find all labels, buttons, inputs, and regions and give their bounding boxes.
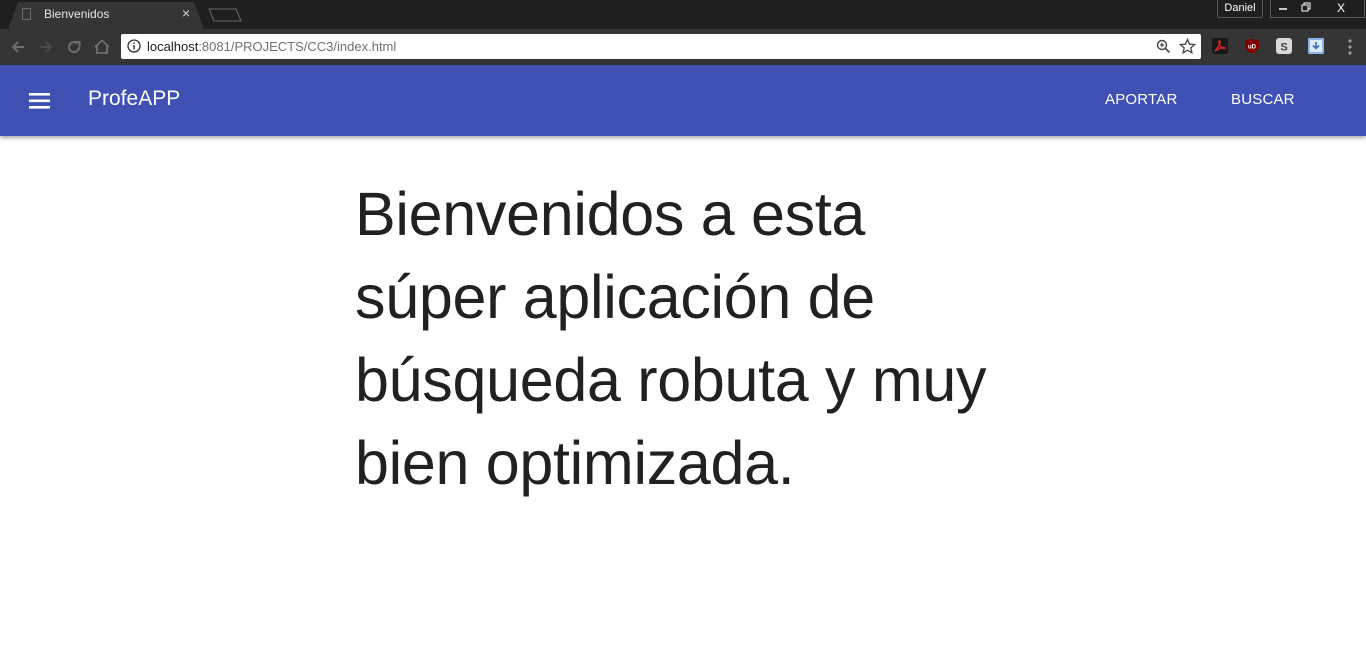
app-title: ProfeAPP <box>88 87 181 110</box>
restore-icon <box>1301 2 1311 12</box>
nav-link-aportar[interactable]: APORTAR <box>1105 91 1178 108</box>
info-icon[interactable] <box>127 39 141 53</box>
back-icon[interactable] <box>8 37 28 57</box>
address-bar[interactable]: localhost:8081/PROJECTS/CC3/index.html <box>121 34 1201 59</box>
reload-icon[interactable] <box>64 37 84 57</box>
close-window-button[interactable]: X <box>1318 0 1365 18</box>
new-tab-button[interactable] <box>208 8 242 22</box>
zoom-icon[interactable] <box>1156 39 1171 54</box>
tab-title: Bienvenidos <box>44 7 110 21</box>
tab-close-icon[interactable]: × <box>182 5 190 21</box>
home-icon[interactable] <box>92 37 112 57</box>
menu-icon[interactable] <box>28 90 52 112</box>
svg-text:uD: uD <box>1248 45 1257 51</box>
ublock-extension-icon[interactable]: uD <box>1244 38 1260 54</box>
nav-link-buscar[interactable]: BUSCAR <box>1231 91 1295 108</box>
welcome-heading: Bienvenidos a esta súper aplicación de b… <box>355 180 987 497</box>
minimize-icon <box>1279 8 1287 10</box>
svg-text:S: S <box>1280 42 1287 54</box>
s-extension-icon[interactable]: S <box>1276 38 1292 54</box>
page-favicon-icon <box>22 8 31 20</box>
url-path: :8081/PROJECTS/CC3/index.html <box>198 39 397 54</box>
acrobat-extension-icon[interactable] <box>1212 38 1228 54</box>
profile-button[interactable]: Daniel <box>1217 0 1263 18</box>
minimize-button[interactable] <box>1270 0 1295 18</box>
url-host: localhost <box>147 39 199 54</box>
browser-titlebar: Bienvenidos × Daniel X <box>0 0 1366 29</box>
forward-icon[interactable] <box>36 37 56 57</box>
app-header: ProfeAPP APORTAR BUSCAR <box>0 65 1366 136</box>
chrome-menu-icon[interactable] <box>1342 38 1358 56</box>
download-extension-icon[interactable] <box>1308 38 1324 54</box>
bookmark-star-icon[interactable] <box>1179 38 1196 55</box>
restore-button[interactable] <box>1294 0 1318 18</box>
browser-toolbar: localhost:8081/PROJECTS/CC3/index.html u… <box>0 29 1366 65</box>
url-text[interactable]: localhost:8081/PROJECTS/CC3/index.html <box>147 39 396 54</box>
